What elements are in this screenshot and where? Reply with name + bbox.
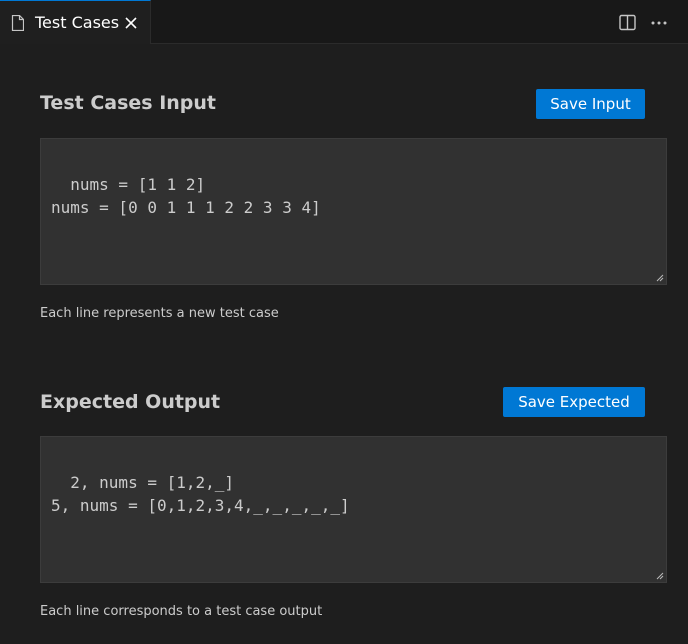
input-hint: Each line represents a new test case (40, 306, 279, 321)
resize-grip-icon[interactable] (656, 572, 664, 580)
test-cases-input-textarea[interactable]: nums = [1 1 2] nums = [0 0 1 1 1 2 2 3 3… (40, 138, 667, 285)
split-editor-icon[interactable] (619, 14, 636, 31)
expected-output-textarea[interactable]: 2, nums = [1,2,_] 5, nums = [0,1,2,3,4,_… (40, 436, 667, 583)
resize-grip-icon[interactable] (656, 274, 664, 282)
expected-output-text: 2, nums = [1,2,_] 5, nums = [0,1,2,3,4,_… (51, 473, 350, 515)
file-icon (11, 15, 24, 31)
tab-test-cases[interactable]: Test Cases (0, 0, 151, 44)
save-expected-button[interactable]: Save Expected (503, 387, 645, 417)
tab-bar: Test Cases (0, 0, 688, 44)
input-section-title: Test Cases Input (40, 92, 217, 114)
output-hint: Each line corresponds to a test case out… (40, 604, 323, 619)
test-cases-input-text: nums = [1 1 2] nums = [0 0 1 1 1 2 2 3 3… (51, 175, 321, 217)
more-actions-icon[interactable] (650, 14, 668, 31)
save-input-button[interactable]: Save Input (536, 89, 645, 119)
output-section-title: Expected Output (40, 391, 221, 413)
close-icon[interactable] (124, 16, 138, 30)
tab-label: Test Cases (35, 13, 120, 32)
